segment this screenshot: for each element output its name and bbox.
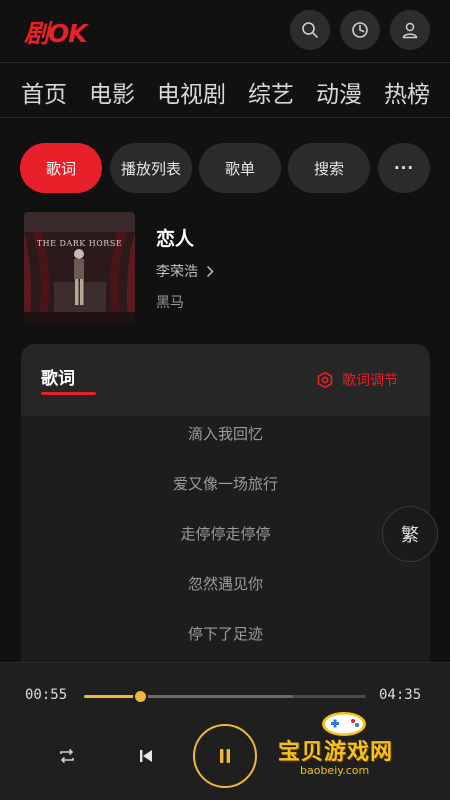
lyric-line: 爱又像一场旅行 (172, 475, 278, 493)
artist-name: 李荣浩 (156, 264, 198, 280)
settings-icon (317, 371, 333, 389)
lyrics-adjust-label: 歌词调节 (342, 373, 398, 389)
album-name: 黑马 (156, 295, 184, 311)
progress-slider[interactable] (84, 689, 366, 704)
cover-text: THE DARK HORSE (37, 239, 122, 248)
nav-item-variety[interactable]: 综艺 (248, 75, 294, 109)
chevron-right-icon (206, 265, 214, 277)
nav-item-trending[interactable]: 热榜 (384, 75, 430, 109)
tab-songlist[interactable]: 歌单 (199, 143, 281, 193)
traditional-chinese-toggle[interactable]: 繁 (382, 506, 438, 562)
user-button[interactable] (390, 10, 430, 50)
watermark-url: baobeiy.com (300, 764, 370, 777)
pause-icon (220, 749, 230, 763)
artist-link[interactable]: 李荣浩 (156, 261, 214, 281)
site-watermark: 宝贝游戏网 baobeiy.com (276, 708, 426, 788)
more-button[interactable]: ··· (378, 143, 430, 193)
search-icon (302, 22, 318, 38)
nav-item-home[interactable]: 首页 (21, 75, 67, 109)
tab-playlist[interactable]: 播放列表 (110, 143, 192, 193)
total-time: 04:35 (379, 687, 422, 703)
tab-search[interactable]: 搜索 (288, 143, 370, 193)
lyrics-tab-label[interactable]: 歌词 (41, 364, 75, 389)
tab-lyrics[interactable]: 歌词 (20, 143, 102, 193)
repeat-icon (60, 748, 74, 764)
skip-previous-icon (140, 750, 152, 762)
album-cover-art: THE DARK HORSE (24, 212, 135, 323)
lyrics-panel: 歌词 歌词调节 滴入我回忆 爱又像一场旅行 走停停走停停 忽然遇见你 停下了足迹 (21, 344, 430, 674)
previous-button[interactable] (133, 743, 159, 769)
repeat-button[interactable] (54, 743, 80, 769)
elapsed-time: 00:55 (25, 687, 68, 703)
lyrics-tab-indicator (41, 392, 96, 395)
lyrics-adjust-button[interactable]: 歌词调节 (316, 370, 398, 390)
user-icon (402, 22, 418, 39)
nav-item-anime[interactable]: 动漫 (316, 75, 362, 109)
history-icon (352, 22, 368, 38)
lyrics-header: 歌词 歌词调节 (21, 344, 430, 416)
progress-fill (84, 695, 141, 698)
top-bar: 剧OK (0, 0, 450, 62)
watermark-text: 宝贝游戏网 (278, 740, 394, 765)
lyric-line: 忽然遇见你 (187, 575, 263, 593)
lyric-line: 滴入我回忆 (187, 425, 263, 443)
song-title: 恋人 (156, 228, 195, 250)
play-pause-button[interactable] (193, 724, 257, 788)
nav-item-tv-series[interactable]: 电视剧 (157, 75, 226, 109)
history-button[interactable] (340, 10, 380, 50)
app-logo[interactable]: 剧OK (24, 14, 88, 50)
song-info: THE DARK HORSE 恋人 李荣浩 黑马 (24, 212, 426, 324)
nav-item-movies[interactable]: 电影 (89, 75, 135, 109)
lyric-line: 走停停走停停 (180, 525, 271, 543)
main-nav: 首页 电影 电视剧 综艺 动漫 热榜 (0, 62, 450, 118)
album-cover[interactable]: THE DARK HORSE (24, 212, 135, 323)
lyric-line: 停下了足迹 (187, 625, 263, 643)
music-tabs: 歌词 播放列表 歌单 搜索 ··· (0, 143, 450, 195)
progress-thumb[interactable] (133, 689, 149, 704)
search-button[interactable] (290, 10, 330, 50)
